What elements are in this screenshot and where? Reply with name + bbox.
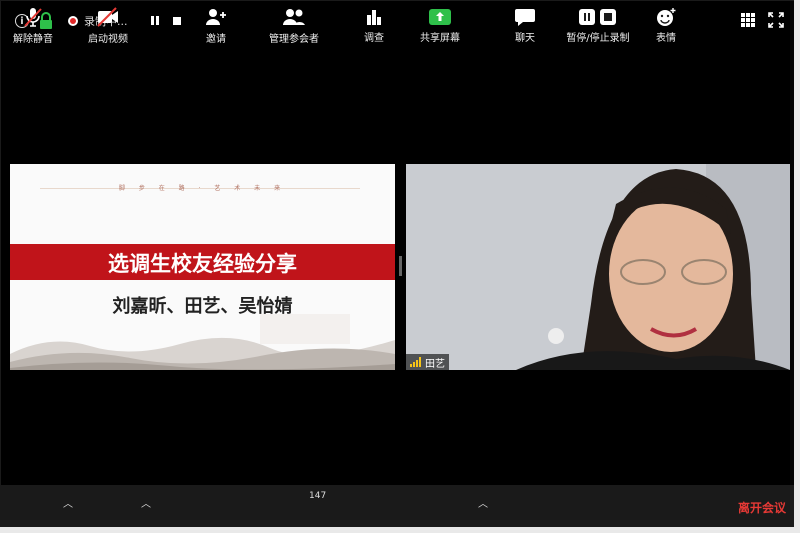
shared-screen: 脚 步 在 路 · 艺 术 未 来 选调生校友经验分享 刘嘉昕、田艺、吴怡婧 xyxy=(10,164,395,370)
slide-mountain-illustration xyxy=(10,314,395,370)
participant-count: 147 xyxy=(309,491,327,501)
split-view-handle[interactable] xyxy=(399,256,402,276)
share-options-chevron-icon[interactable]: ︿ xyxy=(477,495,489,510)
stop-recording-button[interactable] xyxy=(169,13,185,29)
polls-button[interactable]: 调查 xyxy=(357,1,391,44)
slide-title: 选调生校友经验分享 xyxy=(108,251,297,276)
participant-name: 田艺 xyxy=(425,358,445,370)
invite-label: 邀请 xyxy=(206,34,226,45)
participant-video-feed xyxy=(406,164,790,370)
start-video-button[interactable]: 启动视频 xyxy=(83,1,133,45)
pause-stop-recording-label: 暂停/停止录制 xyxy=(566,33,630,44)
chat-bubble-icon xyxy=(514,6,536,27)
fullscreen-icon[interactable] xyxy=(768,12,784,28)
meeting-window: i 录制中... 脚 步 在 路 · 艺 术 未 来 选调生校友经验分享 xyxy=(0,0,796,529)
gallery-view-icon[interactable] xyxy=(741,13,755,27)
desktop-edge-right xyxy=(794,0,800,533)
share-screen-label: 共享屏幕 xyxy=(420,33,460,44)
share-screen-button[interactable]: 共享屏幕 xyxy=(415,1,465,44)
audio-options-chevron-icon[interactable]: ︿ xyxy=(62,495,74,510)
chat-label: 聊天 xyxy=(515,33,535,44)
manage-participants-label: 管理参会者 xyxy=(269,34,319,45)
desktop-edge-bottom xyxy=(0,527,800,533)
reactions-label: 表情 xyxy=(656,33,676,44)
video-off-icon xyxy=(96,6,120,28)
record-icon xyxy=(68,16,78,26)
polls-label: 调查 xyxy=(364,33,384,44)
pause-stop-recording-button[interactable]: 暂停/停止录制 xyxy=(563,1,633,44)
slide-header-text: 脚 步 在 路 · 艺 术 未 来 xyxy=(118,185,287,192)
leave-meeting-button[interactable]: 离开会议 xyxy=(738,499,786,516)
chat-button[interactable]: 聊天 xyxy=(509,1,541,44)
participant-name-tag: 田艺 xyxy=(406,354,449,370)
share-screen-icon xyxy=(429,6,451,27)
meeting-toolbar xyxy=(1,485,795,528)
video-options-chevron-icon[interactable]: ︿ xyxy=(140,495,152,510)
invite-button[interactable]: 邀请 xyxy=(197,1,235,45)
emoji-icon xyxy=(655,6,677,27)
unmute-label: 解除静音 xyxy=(13,34,53,45)
unmute-button[interactable]: 解除静音 xyxy=(7,1,59,45)
manage-participants-button[interactable]: 管理参会者 xyxy=(263,1,325,45)
start-video-label: 启动视频 xyxy=(88,34,128,45)
signal-strength-icon xyxy=(410,357,421,367)
reactions-button[interactable]: 表情 xyxy=(651,1,681,44)
bar-chart-icon xyxy=(364,6,384,27)
pause-recording-button[interactable] xyxy=(147,13,163,29)
add-person-icon xyxy=(204,6,228,28)
pause-stop-icon xyxy=(578,6,618,27)
muted-microphone-icon xyxy=(22,6,44,28)
participant-video: 田艺 xyxy=(406,164,790,370)
participants-icon xyxy=(281,6,307,28)
